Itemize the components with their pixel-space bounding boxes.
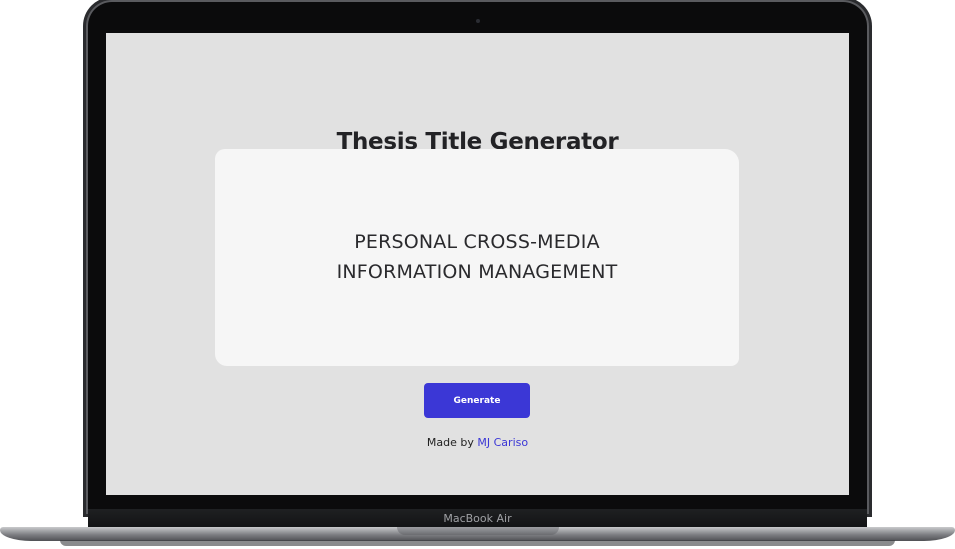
footer-credit: Made by MJ Cariso bbox=[106, 436, 849, 449]
laptop-notch bbox=[397, 527, 559, 535]
credit-prefix: Made by bbox=[426, 436, 474, 449]
thesis-title-line-1: PERSONAL CROSS-MEDIA bbox=[354, 231, 600, 253]
result-card: PERSONAL CROSS-MEDIA INFORMATION MANAGEM… bbox=[215, 149, 739, 366]
author-link[interactable]: MJ Cariso bbox=[477, 436, 528, 449]
generated-thesis-title: PERSONAL CROSS-MEDIA INFORMATION MANAGEM… bbox=[255, 227, 699, 287]
screen: Thesis Title Generator PERSONAL CROSS-ME… bbox=[106, 33, 849, 495]
thesis-title-line-2: INFORMATION MANAGEMENT bbox=[336, 261, 618, 283]
laptop-mockup: Thesis Title Generator PERSONAL CROSS-ME… bbox=[0, 0, 955, 549]
model-label: MacBook Air bbox=[443, 512, 512, 525]
generate-button[interactable]: Generate bbox=[424, 383, 530, 418]
base-shadow bbox=[60, 540, 895, 546]
camera-icon bbox=[476, 19, 480, 23]
